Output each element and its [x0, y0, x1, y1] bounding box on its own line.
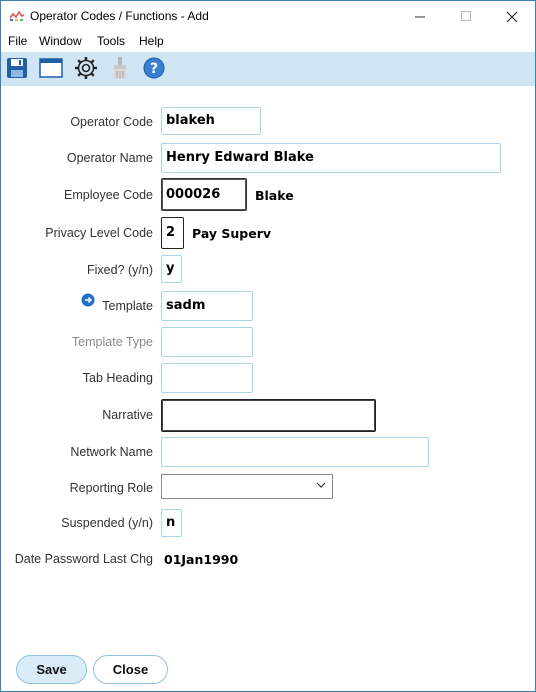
menu-help[interactable]: Help — [139, 34, 164, 48]
template-type-label: Template Type — [71, 335, 153, 349]
tab-heading-field[interactable] — [161, 363, 253, 393]
minimize-button[interactable] — [397, 1, 443, 32]
brush-icon — [113, 57, 127, 79]
save-button[interactable]: Save — [16, 655, 87, 684]
arrow-right-circle-icon[interactable] — [81, 293, 95, 307]
app-window: Operator Codes / Functions - Add File Wi… — [0, 0, 536, 692]
minimize-icon — [414, 16, 425, 18]
clear-toolbar-button[interactable] — [107, 55, 133, 81]
close-window-button[interactable] — [489, 1, 535, 32]
menu-bar: File Window Tools Help — [1, 32, 535, 51]
close-button[interactable]: Close — [93, 655, 168, 684]
help-icon: ? — [143, 57, 165, 79]
save-icon — [7, 58, 27, 78]
svg-text:?: ? — [150, 61, 158, 77]
save-toolbar-button[interactable] — [4, 55, 30, 81]
maximize-button[interactable] — [443, 1, 489, 32]
network-name-label: Network Name — [70, 445, 153, 459]
template-field[interactable]: sadm — [161, 291, 253, 321]
employee-code-label: Employee Code — [64, 188, 153, 202]
privacy-level-field[interactable]: 2 — [161, 217, 184, 249]
network-name-field[interactable] — [161, 437, 429, 467]
menu-file[interactable]: File — [8, 34, 27, 48]
menu-tools[interactable]: Tools — [97, 34, 125, 48]
title-bar: Operator Codes / Functions - Add — [1, 1, 535, 32]
operator-code-label: Operator Code — [70, 115, 153, 129]
window-title: Operator Codes / Functions - Add — [30, 9, 209, 23]
operator-code-field[interactable]: blakeh — [161, 107, 261, 135]
help-toolbar-button[interactable]: ? — [141, 55, 167, 81]
maximize-icon — [460, 11, 471, 21]
suspended-field[interactable]: n — [161, 509, 182, 537]
narrative-label: Narrative — [102, 408, 153, 422]
narrative-field[interactable] — [161, 399, 376, 432]
template-label: Template — [102, 299, 153, 313]
operator-name-label: Operator Name — [66, 151, 153, 165]
operator-name-field[interactable]: Henry Edward Blake — [161, 143, 501, 173]
window-toolbar-button[interactable] — [38, 55, 64, 81]
close-icon — [506, 11, 518, 22]
date-password-value: 01Jan1990 — [164, 552, 239, 567]
chevron-down-icon — [316, 482, 326, 488]
employee-code-field[interactable]: 000026 — [161, 178, 247, 211]
menu-window[interactable]: Window — [39, 34, 82, 48]
fixed-field[interactable]: y — [161, 255, 182, 283]
fixed-label: Fixed? (y/n) — [87, 263, 153, 277]
date-password-label: Date Password Last Chg — [14, 552, 153, 566]
gear-icon — [75, 57, 97, 79]
privacy-level-description: Pay Superv — [192, 226, 272, 241]
tab-heading-label: Tab Heading — [82, 371, 153, 385]
reporting-role-label: Reporting Role — [69, 481, 153, 495]
settings-toolbar-button[interactable] — [73, 55, 99, 81]
toolbar: ? — [1, 52, 535, 86]
template-type-field[interactable] — [161, 327, 253, 357]
suspended-label: Suspended (y/n) — [61, 516, 153, 530]
privacy-level-label: Privacy Level Code — [45, 226, 153, 240]
employee-code-description: Blake — [255, 188, 294, 203]
reporting-role-select[interactable] — [161, 474, 333, 499]
app-logo-icon — [9, 10, 25, 21]
window-icon — [39, 58, 63, 78]
